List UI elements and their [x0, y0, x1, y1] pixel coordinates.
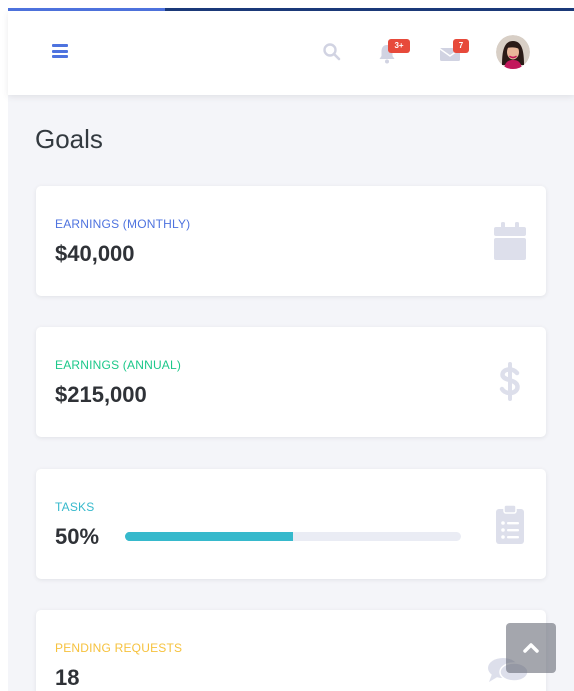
tasks-progress-fill: [125, 532, 293, 541]
avatar-image: [496, 35, 530, 69]
topbar: 3+ 7: [8, 11, 574, 95]
page-title: Goals: [35, 124, 103, 154]
card-label: Earnings (Annual): [55, 358, 182, 372]
tasks-progress-bar: [125, 532, 461, 541]
user-avatar[interactable]: [496, 35, 530, 69]
earnings-annual-card: Earnings (Annual) $215,000: [36, 327, 546, 437]
search-icon[interactable]: [322, 42, 342, 62]
card-label: Pending Requests: [55, 641, 183, 655]
dollar-icon: [499, 362, 520, 401]
card-label: Earnings (Monthly): [55, 217, 191, 231]
chevron-up-icon: [523, 643, 539, 653]
pending-requests-card: Pending Requests 18: [36, 610, 546, 691]
page-content: Goals Earnings (Monthly) $40,000 Earning…: [8, 95, 574, 691]
alerts-button[interactable]: 3+: [378, 39, 414, 65]
calendar-icon: [494, 222, 526, 260]
card-value: $215,000: [55, 382, 147, 407]
card-label: Tasks: [55, 500, 95, 514]
earnings-monthly-card: Earnings (Monthly) $40,000: [36, 186, 546, 296]
scroll-to-top-button[interactable]: [506, 623, 556, 673]
hamburger-icon[interactable]: [52, 44, 68, 58]
alerts-badge: 3+: [388, 39, 410, 53]
card-value: 50%: [55, 524, 100, 549]
messages-badge: 7: [453, 39, 469, 53]
card-value: 18: [55, 665, 80, 690]
card-value: $40,000: [55, 241, 135, 266]
clipboard-list-icon: [496, 504, 524, 544]
tasks-card: Tasks 50%: [36, 469, 546, 579]
messages-button[interactable]: 7: [440, 39, 476, 65]
